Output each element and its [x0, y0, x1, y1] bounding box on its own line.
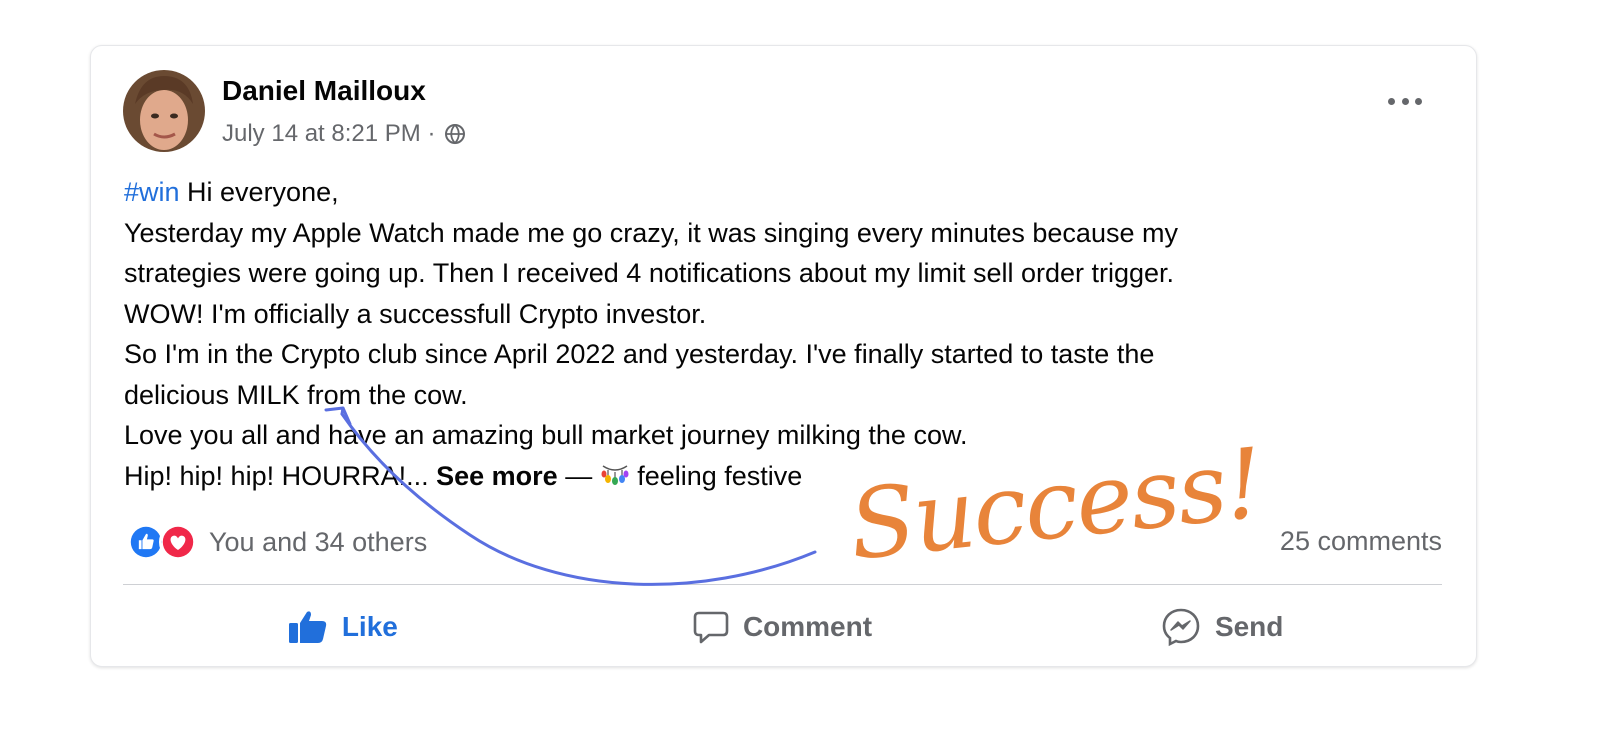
thumbs-up-icon — [288, 611, 326, 643]
post-text: Hi everyone, — [179, 177, 339, 207]
comment-button[interactable]: Comment — [563, 594, 1003, 660]
send-button[interactable]: Send — [1002, 594, 1442, 660]
reactions-count[interactable]: You and 34 others — [209, 527, 427, 558]
reactions-summary[interactable]: You and 34 others — [127, 523, 427, 561]
dot-icon — [1401, 97, 1409, 105]
avatar[interactable] — [123, 70, 205, 152]
globe-icon — [445, 124, 466, 145]
feeling-status[interactable]: feeling festive — [637, 461, 802, 491]
post-line: #win Hi everyone, — [124, 172, 1424, 213]
avatar-image — [123, 70, 205, 152]
hashtag-link[interactable]: #win — [124, 177, 180, 207]
send-label: Send — [1214, 611, 1284, 642]
love-reaction-icon — [159, 523, 197, 561]
messenger-icon — [1162, 608, 1200, 647]
like-button[interactable]: Like — [123, 594, 563, 660]
post-line: strategies were going up. Then I receive… — [124, 258, 1175, 288]
post-card: Daniel Mailloux July 14 at 8:21 PM · #wi… — [90, 45, 1477, 667]
comments-count[interactable]: 25 comments — [1280, 526, 1442, 557]
post-timestamp[interactable]: July 14 at 8:21 PM · — [222, 120, 435, 148]
post-meta: July 14 at 8:21 PM · — [222, 120, 467, 148]
post-line: Yesterday my Apple Watch made me go craz… — [124, 217, 1178, 248]
dot-icon — [1415, 97, 1422, 105]
author-name[interactable]: Daniel Mailloux — [222, 75, 426, 107]
more-options-button[interactable] — [1388, 94, 1422, 108]
divider — [123, 584, 1442, 585]
see-more-link[interactable]: See more — [436, 461, 558, 491]
festive-lights-icon — [601, 464, 629, 485]
post-line: So I'm in the Crypto club since April 20… — [124, 339, 1155, 369]
feeling-dash: — — [557, 460, 600, 491]
like-label: Like — [341, 611, 398, 642]
post-line: delicious MILK from the cow. — [124, 379, 468, 410]
comment-label: Comment — [742, 611, 873, 642]
dot-icon — [1388, 97, 1395, 105]
comment-bubble-icon — [693, 611, 729, 644]
action-bar: Like Comment Send — [123, 594, 1442, 660]
post-text: Hip! hip! hip! HOURRA!... — [124, 460, 429, 491]
post-line: WOW! I'm officially a successfull Crypto… — [124, 298, 707, 329]
